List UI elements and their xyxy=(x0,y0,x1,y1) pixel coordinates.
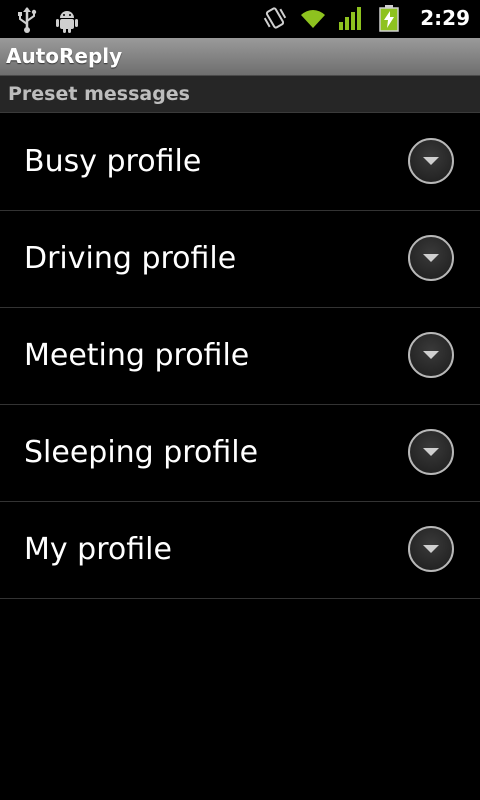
profile-row-busy[interactable]: Busy profile xyxy=(0,114,480,211)
profile-row-sleeping[interactable]: Sleeping profile xyxy=(0,405,480,502)
section-title: Preset messages xyxy=(8,83,190,105)
profile-menu-button[interactable] xyxy=(408,526,454,572)
status-bar: 2:29 xyxy=(0,0,480,38)
profile-label: My profile xyxy=(24,532,172,567)
status-clock: 2:29 xyxy=(420,6,470,30)
wifi-icon xyxy=(301,10,326,28)
app-title-bar: AutoReply xyxy=(0,38,480,76)
profile-row-driving[interactable]: Driving profile xyxy=(0,211,480,308)
profile-label: Sleeping profile xyxy=(24,435,259,470)
profile-menu-button[interactable] xyxy=(408,235,454,281)
profile-row-my[interactable]: My profile xyxy=(0,502,480,599)
battery-charging-icon xyxy=(379,5,399,32)
profile-menu-button[interactable] xyxy=(408,332,454,378)
profile-menu-button[interactable] xyxy=(408,138,454,184)
usb-icon xyxy=(18,7,37,33)
chevron-down-icon xyxy=(423,351,439,359)
profile-label: Meeting profile xyxy=(24,338,250,373)
signal-icon xyxy=(339,7,362,30)
chevron-down-icon xyxy=(423,254,439,262)
section-header: Preset messages xyxy=(0,76,480,113)
chevron-down-icon xyxy=(423,157,439,165)
profile-row-meeting[interactable]: Meeting profile xyxy=(0,308,480,405)
app-title: AutoReply xyxy=(6,44,123,68)
android-debug-icon xyxy=(56,11,78,33)
profile-list: Busy profile Driving profile Meeting pro… xyxy=(0,114,480,599)
profile-menu-button[interactable] xyxy=(408,429,454,475)
vibrate-icon xyxy=(264,7,287,29)
profile-label: Driving profile xyxy=(24,241,237,276)
profile-label: Busy profile xyxy=(24,144,202,179)
chevron-down-icon xyxy=(423,545,439,553)
chevron-down-icon xyxy=(423,448,439,456)
